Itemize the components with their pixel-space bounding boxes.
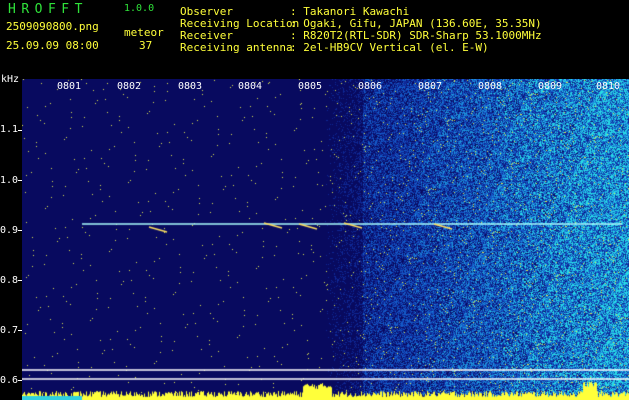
hour-tick: 0805	[298, 81, 323, 92]
info-value: : R820T2(RTL-SDR) SDR-Sharp 53.1000MHz	[290, 29, 542, 42]
freq-label: 1.0	[0, 175, 19, 186]
frequency-axis: kHz 1.1 1.0 0.9 0.8 0.7 0.6	[0, 74, 22, 400]
freq-label: 0.9	[0, 225, 19, 236]
spectrogram-canvas	[22, 79, 629, 400]
info-key: Receiving antenna	[180, 41, 293, 54]
unit-label: kHz	[1, 74, 20, 85]
hour-tick: 0809	[538, 81, 563, 92]
meteor-count: 37	[139, 39, 153, 52]
freq-label: 0.6	[0, 375, 19, 386]
filename-label: 2509090800.png	[6, 20, 99, 33]
freq-label: 1.1	[0, 124, 19, 135]
hour-tick: 0802	[117, 81, 142, 92]
hour-tick: 0807	[418, 81, 443, 92]
info-value: : Takanori Kawachi	[290, 5, 410, 18]
hour-tick: 0803	[178, 81, 203, 92]
meteor-label: meteor	[124, 26, 164, 39]
freq-label: 0.7	[0, 325, 19, 336]
info-key: Receiver	[180, 29, 233, 42]
info-value: : 2el-HB9CV Vertical (el. E-W)	[290, 41, 489, 54]
info-key: Observer	[180, 5, 233, 18]
info-key: Receiving Location	[180, 17, 300, 30]
hour-tick: 0808	[478, 81, 503, 92]
hour-tick: 0810	[596, 81, 621, 92]
app-title: HROFFT	[8, 2, 88, 17]
header-panel: HROFFT 1.0.0 2509090800.png 25.09.09 08:…	[0, 0, 629, 74]
hour-tick: 0804	[238, 81, 263, 92]
version-label: 1.0.0	[124, 3, 155, 14]
spectrogram-plot: 0801 0802 0803 0804 0805 0806 0807 0808 …	[22, 79, 629, 400]
freq-label: 0.8	[0, 275, 19, 286]
datetime-label: 25.09.09 08:00	[6, 39, 99, 52]
hour-tick: 0806	[358, 81, 383, 92]
info-value: : Ogaki, Gifu, JAPAN (136.60E, 35.35N)	[290, 17, 542, 30]
hour-tick: 0801	[57, 81, 82, 92]
